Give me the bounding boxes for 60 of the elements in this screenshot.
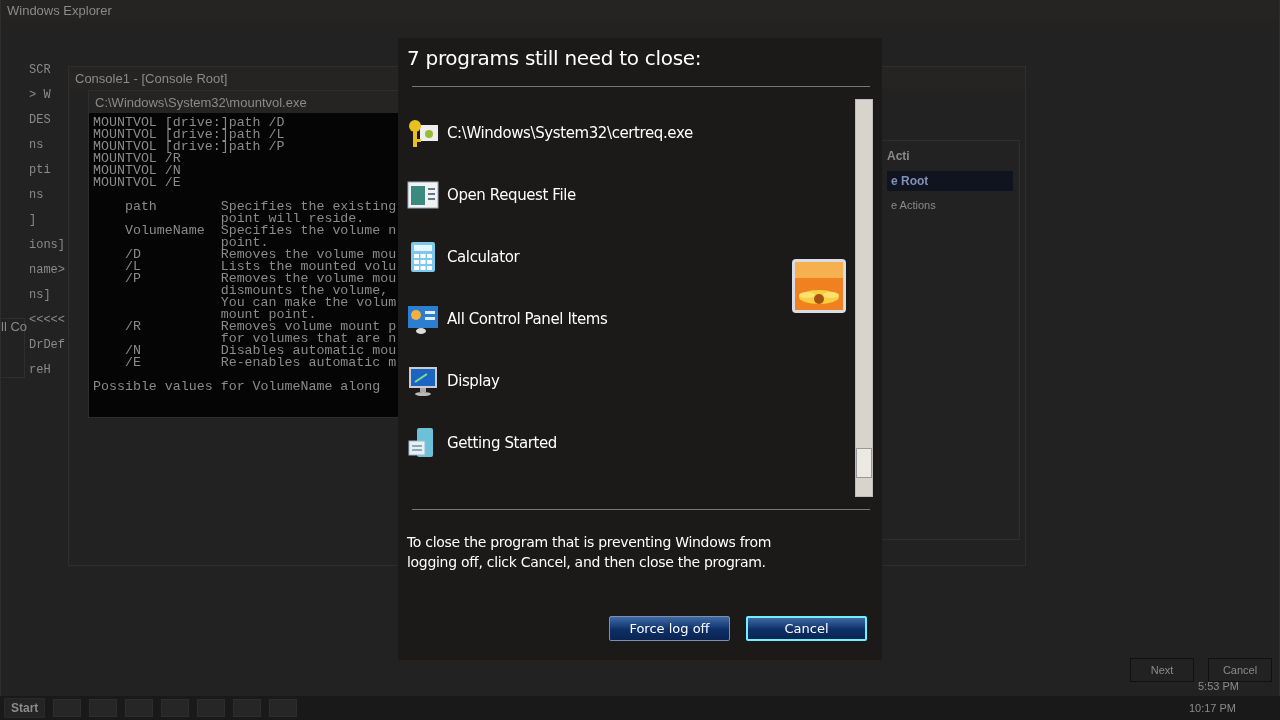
program-name: Open Request File bbox=[447, 186, 576, 204]
program-name: All Control Panel Items bbox=[447, 310, 608, 328]
dialog-title: 7 programs still need to close: bbox=[407, 46, 703, 72]
start-button[interactable]: Start bbox=[4, 698, 46, 718]
wizard-button[interactable]: Cancel bbox=[1208, 658, 1272, 682]
action-item[interactable]: e Actions bbox=[887, 199, 936, 211]
console-line: /R Removes volume mount p bbox=[123, 321, 397, 333]
actions-group[interactable]: e Root bbox=[887, 171, 1013, 191]
console-line: /D Removes the volume mou bbox=[123, 249, 397, 261]
dialog-message: To close the program that is preventing Windows from logging off, click Cancel, and then close the program. bbox=[407, 533, 773, 572]
console-text: <<<<< bbox=[29, 313, 65, 327]
console-text: name> bbox=[29, 263, 65, 277]
console-line: You can make the volum bbox=[219, 297, 397, 309]
console-text: ns] bbox=[29, 288, 51, 302]
console-text: ns bbox=[29, 188, 44, 202]
console-line: MOUNTVOL [drive:]path /P bbox=[93, 141, 285, 153]
console-line: point. bbox=[219, 237, 269, 249]
console-line: for volumes that are n bbox=[219, 333, 397, 345]
console-text: DrDef bbox=[29, 338, 65, 352]
console-line: point will reside. bbox=[219, 213, 365, 225]
console-text: > W bbox=[29, 88, 51, 102]
console-line: MOUNTVOL /N bbox=[93, 165, 181, 177]
console-line: /L Lists the mounted volu bbox=[123, 261, 397, 273]
console-line: path Specifies the existing bbox=[123, 201, 397, 213]
console-line: MOUNTVOL [drive:]path /L bbox=[93, 129, 285, 141]
window-title: Console1 - [Console Root] bbox=[75, 70, 228, 86]
console-line: /E Re-enables automatic m bbox=[123, 357, 397, 369]
program-name: C:\Windows\System32\certreq.exe bbox=[447, 124, 693, 142]
control-panel-icon bbox=[407, 303, 439, 335]
console-line: MOUNTVOL /R bbox=[93, 153, 181, 165]
console-line: /P Removes the volume mou bbox=[123, 273, 397, 285]
program-name: Display bbox=[447, 372, 500, 390]
window-title: Windows Explorer bbox=[7, 2, 112, 18]
console-text: DES bbox=[29, 113, 51, 127]
console-text: SCR bbox=[29, 63, 51, 77]
dialog-button[interactable]: Cancel bbox=[746, 616, 867, 641]
key-icon bbox=[407, 117, 439, 149]
console-text: reH bbox=[29, 363, 51, 377]
console-line: dismounts the volume, bbox=[219, 285, 389, 297]
time-text: 5:53 PM bbox=[1198, 680, 1239, 692]
console-line: mount point. bbox=[219, 309, 317, 321]
window-title: C:\Windows\System32\mountvol.exe bbox=[95, 94, 307, 110]
actions-header: Acti bbox=[887, 149, 911, 163]
window-icon bbox=[407, 179, 439, 211]
console-text: ions] bbox=[29, 238, 65, 252]
monitor-icon bbox=[407, 365, 439, 397]
program-name: Getting Started bbox=[447, 434, 557, 452]
console-line: MOUNTVOL /E bbox=[93, 177, 181, 189]
console-text: ns bbox=[29, 138, 44, 152]
console-line: VolumeName Specifies the volume n bbox=[123, 225, 397, 237]
scrollbar[interactable] bbox=[855, 99, 873, 497]
console-text: ] bbox=[29, 213, 37, 227]
dialog-button[interactable]: Force log off bbox=[609, 616, 730, 641]
console-line: Possible values for VolumeName along bbox=[93, 381, 382, 393]
clock: 10:17 PM bbox=[1188, 702, 1236, 714]
console-line: /N Disables automatic mou bbox=[123, 345, 397, 357]
console-line: MOUNTVOL [drive:]path /D bbox=[93, 117, 285, 129]
program-name: Calculator bbox=[447, 248, 520, 266]
wizard-button[interactable]: Next bbox=[1130, 658, 1194, 682]
console-text: pti bbox=[29, 163, 51, 177]
